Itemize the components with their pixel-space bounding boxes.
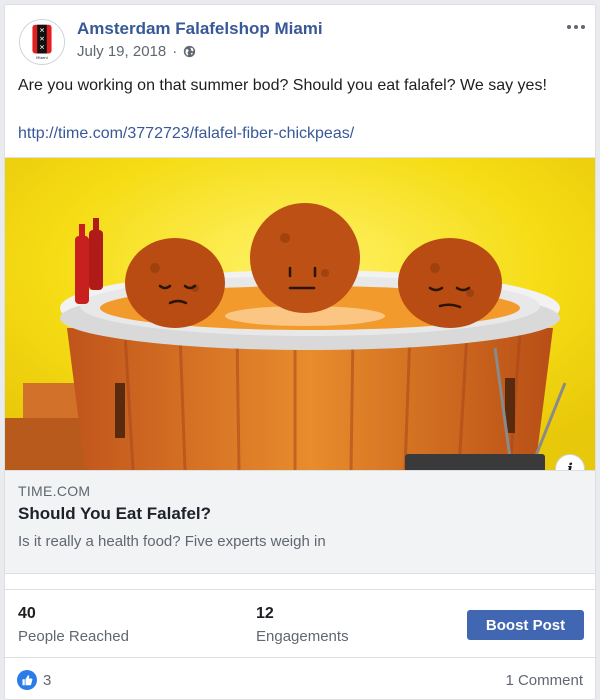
- preview-caption[interactable]: TIME.COM Should You Eat Falafel? Is it r…: [5, 470, 595, 574]
- comment-count-link[interactable]: 1 Comment: [505, 672, 583, 689]
- people-reached-value: 40: [18, 605, 36, 622]
- globe-icon: [184, 45, 196, 58]
- like-count[interactable]: 3: [43, 672, 51, 689]
- post-text: Are you working on that summer bod? Shou…: [18, 77, 547, 94]
- preview-image[interactable]: [5, 158, 595, 470]
- avatar[interactable]: ✕ ✕ ✕ Miami: [19, 19, 65, 65]
- preview-title: Should You Eat Falafel?: [18, 504, 212, 523]
- preview-domain: TIME.COM: [18, 483, 91, 499]
- page-logo: ✕ ✕ ✕ Miami: [20, 20, 64, 64]
- preview-description: Is it really a health food? Five experts…: [18, 533, 326, 550]
- engagements-value: 12: [256, 605, 274, 622]
- like-icon[interactable]: [17, 670, 37, 690]
- more-icon[interactable]: [563, 17, 589, 37]
- logo-cross-2: ✕: [39, 35, 45, 43]
- engagements-label: Engagements: [256, 628, 349, 645]
- logo-caption: Miami: [36, 55, 47, 60]
- post-meta: July 19, 2018 ·: [77, 43, 196, 60]
- falafel-hot-tub-illustration: [5, 158, 595, 470]
- logo-cross-1: ✕: [39, 26, 45, 34]
- post-insights: 40 People Reached 12 Engagements Boost P…: [5, 589, 595, 651]
- post-header: ✕ ✕ ✕ Miami Amsterdam Falafelshop Miami …: [17, 17, 585, 67]
- people-reached-label: People Reached: [18, 628, 129, 645]
- logo-cross-3: ✕: [39, 44, 45, 52]
- boost-post-button[interactable]: Boost Post: [467, 610, 584, 640]
- meta-separator: ·: [172, 43, 178, 60]
- link-preview[interactable]: i TIME.COM Should You Eat Falafel? Is it…: [5, 157, 595, 574]
- thumbs-up-glyph: [22, 675, 33, 686]
- page-name-link[interactable]: Amsterdam Falafelshop Miami: [77, 19, 323, 39]
- reactions-bar: 3 1 Comment: [5, 657, 595, 699]
- post-date[interactable]: July 19, 2018: [77, 43, 166, 60]
- post-link[interactable]: http://time.com/3772723/falafel-fiber-ch…: [18, 125, 354, 143]
- post-card: ✕ ✕ ✕ Miami Amsterdam Falafelshop Miami …: [4, 4, 596, 700]
